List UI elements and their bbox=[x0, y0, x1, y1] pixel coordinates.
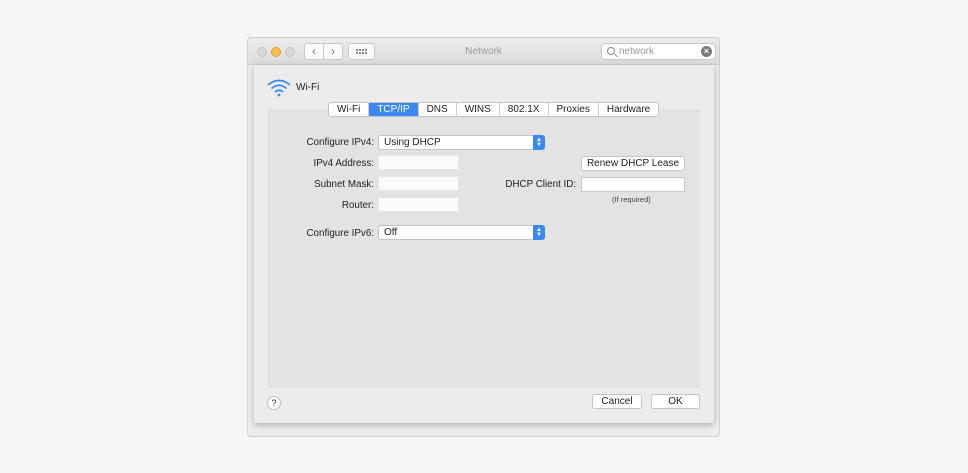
subnet-mask-label: Subnet Mask: bbox=[314, 179, 374, 190]
configure-ipv4-label: Configure IPv4: bbox=[306, 137, 374, 148]
search-input[interactable]: network bbox=[619, 46, 654, 57]
tab-wifi[interactable]: Wi-Fi bbox=[329, 103, 370, 116]
cancel-button[interactable]: Cancel bbox=[592, 394, 642, 409]
tab-hardware[interactable]: Hardware bbox=[599, 103, 658, 116]
search-icon bbox=[607, 47, 615, 55]
configure-ipv4-value: Using DHCP bbox=[384, 137, 441, 148]
dhcp-client-id-input[interactable] bbox=[581, 177, 685, 192]
stepper-arrows-icon: ▲ ▼ bbox=[533, 135, 545, 150]
configure-ipv6-label: Configure IPv6: bbox=[306, 228, 374, 239]
configure-ipv6-value: Off bbox=[384, 227, 398, 238]
advanced-sheet: Wi-Fi Wi-Fi TCP/IP DNS WINS 802.1X Proxi… bbox=[254, 65, 714, 423]
tab-bar: Wi-Fi TCP/IP DNS WINS 802.1X Proxies Har… bbox=[328, 102, 660, 117]
title-bar: ‹ › Network network × bbox=[247, 37, 720, 65]
dhcp-client-id-label: DHCP Client ID: bbox=[505, 179, 576, 190]
interface-name: Wi-Fi bbox=[296, 82, 320, 93]
subnet-mask-field bbox=[378, 176, 459, 191]
tab-dns[interactable]: DNS bbox=[419, 103, 457, 116]
tab-8021x[interactable]: 802.1X bbox=[500, 103, 549, 116]
tab-tcpip[interactable]: TCP/IP bbox=[369, 103, 419, 116]
search-field[interactable]: network × bbox=[601, 43, 716, 60]
tab-proxies[interactable]: Proxies bbox=[549, 103, 599, 116]
clear-search-icon[interactable]: × bbox=[701, 46, 712, 57]
renew-dhcp-lease-button[interactable]: Renew DHCP Lease bbox=[581, 156, 685, 171]
router-label: Router: bbox=[341, 200, 374, 211]
ok-button[interactable]: OK bbox=[651, 394, 700, 409]
help-button[interactable]: ? bbox=[267, 396, 281, 410]
configure-ipv4-popup[interactable]: Using DHCP ▲ ▼ bbox=[378, 135, 545, 150]
ipv4-address-label: IPv4 Address: bbox=[313, 158, 374, 169]
stepper-arrows-icon: ▲ ▼ bbox=[533, 225, 545, 240]
tab-wins[interactable]: WINS bbox=[457, 103, 500, 116]
ipv4-address-field bbox=[378, 155, 459, 170]
wifi-icon bbox=[267, 79, 291, 97]
router-field bbox=[378, 197, 459, 212]
configure-ipv6-popup[interactable]: Off ▲ ▼ bbox=[378, 225, 545, 240]
tcpip-panel: Configure IPv4: Using DHCP ▲ ▼ IPv4 Addre… bbox=[267, 109, 700, 388]
if-required-note: (If required) bbox=[612, 195, 651, 204]
